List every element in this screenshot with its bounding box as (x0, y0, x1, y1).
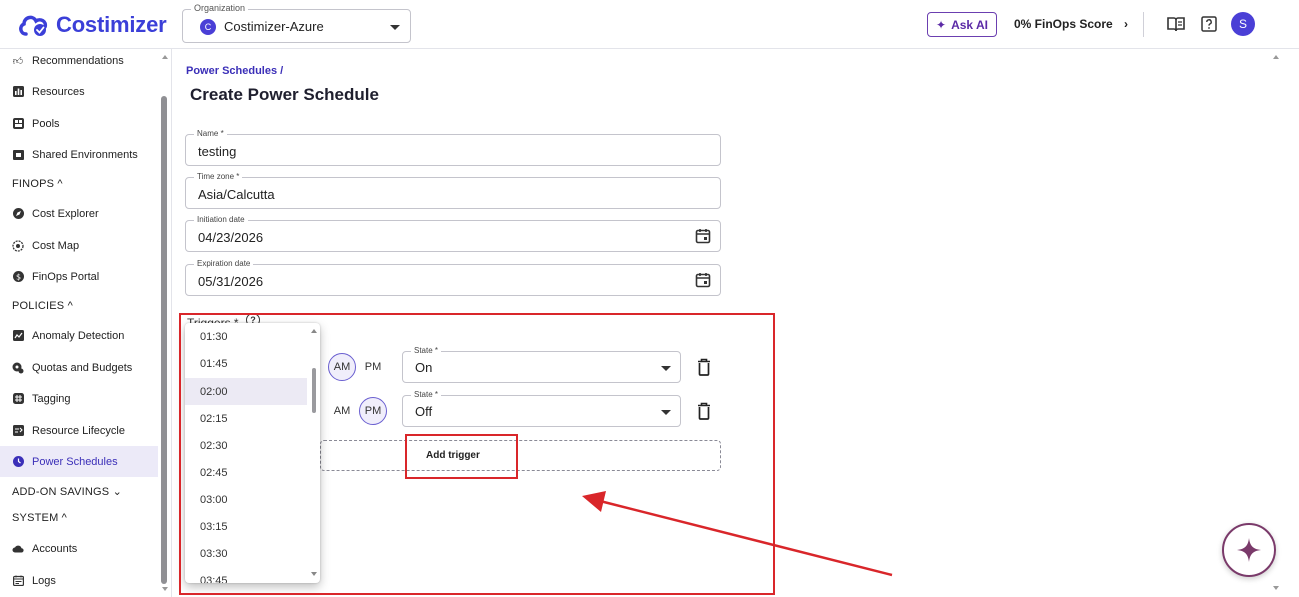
sidebar-item-label: Pools (32, 117, 60, 130)
breadcrumb[interactable]: Power Schedules / (186, 65, 283, 77)
sidebar-item-anomaly-detection[interactable]: Anomaly Detection (0, 320, 158, 351)
annotation-add-trigger-highlight (405, 434, 518, 479)
organization-avatar: C (200, 19, 216, 35)
sparkle-icon: ✦ (936, 17, 947, 32)
name-field-value: testing (198, 144, 237, 159)
sidebar-item-label: Shared Environments (32, 148, 138, 161)
sidebar-item-cost-map[interactable]: Cost Map (0, 230, 158, 261)
sidebar-scrollbar-thumb[interactable] (161, 96, 167, 584)
sidebar-item-cost-explorer[interactable]: Cost Explorer (0, 198, 158, 229)
sidebar-item-resources[interactable]: Resources (0, 76, 158, 107)
top-bar: Costimizer Organization C Costimizer-Azu… (0, 0, 1299, 49)
globe-icon (12, 239, 24, 252)
sidebar-item-label: Power Schedules (32, 455, 118, 468)
chevron-down-icon (390, 25, 400, 30)
organization-select[interactable]: Organization C Costimizer-Azure (182, 3, 411, 43)
sidebar-item-pools[interactable]: Pools (0, 108, 158, 139)
sidebar-item-accounts[interactable]: Accounts (0, 533, 158, 564)
scroll-up-arrow-icon[interactable] (162, 55, 168, 59)
header-divider (1143, 12, 1144, 37)
finops-score-label: 0% FinOps Score (1014, 17, 1113, 31)
sidebar-item-finops-portal[interactable]: $ FinOps Portal (0, 261, 158, 292)
ask-ai-button[interactable]: ✦ Ask AI (927, 12, 997, 37)
sidebar-item-shared-environments[interactable]: Shared Environments (0, 139, 158, 170)
documentation-icon[interactable] (1166, 14, 1186, 34)
clock-icon (12, 456, 24, 468)
pool-icon (12, 118, 24, 130)
sidebar-item-resource-lifecycle[interactable]: Resource Lifecycle (0, 415, 158, 446)
tag-icon (12, 393, 24, 405)
name-field-label: Name * (194, 129, 227, 138)
sidebar: 👍︎ Recommendations Resources Pools Share… (0, 49, 172, 597)
sidebar-item-label: FinOps Portal (32, 270, 100, 283)
organization-label: Organization (191, 3, 249, 13)
svg-text:$: $ (15, 273, 20, 282)
shared-env-icon (12, 149, 24, 161)
sidebar-item-tagging[interactable]: Tagging (0, 383, 158, 414)
dollar-icon: $ (12, 271, 24, 283)
sidebar-item-label: Anomaly Detection (32, 329, 125, 342)
main-scroll-down-arrow-icon[interactable] (1273, 586, 1279, 590)
compass-icon (12, 208, 24, 220)
scroll-down-arrow-icon[interactable] (162, 587, 168, 591)
sidebar-section-finops[interactable]: FINOPS ^ (12, 178, 63, 190)
app-logo[interactable]: Costimizer (18, 9, 167, 41)
initiation-date-value: 04/23/2026 (198, 230, 264, 245)
sparkle-icon (1237, 538, 1261, 562)
timezone-field[interactable]: Time zone * Asia/Calcutta (185, 172, 721, 209)
anomaly-icon (12, 330, 24, 342)
chevron-right-icon: › (1124, 17, 1129, 31)
sidebar-section-system[interactable]: SYSTEM ^ (12, 512, 67, 524)
main-scroll-up-arrow-icon[interactable] (1273, 55, 1279, 59)
timezone-field-label: Time zone * (194, 172, 243, 181)
sidebar-item-logs[interactable]: Logs (0, 565, 158, 596)
sidebar-item-label: Resource Lifecycle (32, 424, 125, 437)
finops-score-link[interactable]: 0% FinOps Score › (1014, 17, 1128, 31)
help-icon[interactable] (1199, 14, 1219, 34)
app-name: Costimizer (56, 12, 167, 37)
sidebar-item-quotas-and-budgets[interactable]: Quotas and Budgets (0, 352, 158, 383)
costimizer-logo-icon (19, 15, 48, 36)
page-title: Create Power Schedule (190, 85, 379, 104)
sidebar-item-label: Recommendations (32, 54, 124, 67)
calendar-icon[interactable] (695, 272, 711, 288)
ask-ai-label: Ask AI (951, 17, 988, 32)
timezone-field-value: Asia/Calcutta (198, 187, 275, 202)
cloud-icon (12, 543, 24, 555)
initiation-date-field[interactable]: Initiation date 04/23/2026 (185, 215, 721, 252)
thumbs-up-icon: 👍︎ (12, 55, 24, 67)
calendar-icon[interactable] (695, 228, 711, 244)
bar-chart-icon (12, 86, 24, 98)
sidebar-section-policies[interactable]: POLICIES ^ (12, 300, 73, 312)
name-field[interactable]: Name * testing (185, 129, 721, 166)
expiration-date-label: Expiration date (194, 259, 254, 268)
expiration-date-field[interactable]: Expiration date 05/31/2026 (185, 259, 721, 296)
sidebar-section-add-on-savings[interactable]: ADD-ON SAVINGS ⌄ (12, 485, 122, 498)
quota-icon (12, 362, 24, 374)
sidebar-item-label: Quotas and Budgets (32, 361, 133, 374)
sidebar-item-label: Resources (32, 85, 85, 98)
sidebar-item-recommendations[interactable]: 👍︎ Recommendations (0, 49, 158, 76)
expiration-date-value: 05/31/2026 (198, 274, 264, 289)
sidebar-item-power-schedules[interactable]: Power Schedules (0, 446, 158, 477)
sidebar-item-label: Cost Explorer (32, 207, 99, 220)
sidebar-item-label: Accounts (32, 542, 78, 555)
user-avatar[interactable]: S (1231, 12, 1255, 36)
initiation-date-label: Initiation date (194, 215, 248, 224)
organization-name: Costimizer-Azure (224, 19, 324, 34)
sidebar-item-label: Logs (32, 574, 56, 587)
sidebar-item-label: Tagging (32, 392, 71, 405)
logs-icon (12, 575, 24, 587)
ai-assistant-fab[interactable] (1222, 523, 1276, 577)
sidebar-item-label: Cost Map (32, 239, 80, 252)
lifecycle-icon (12, 425, 24, 437)
